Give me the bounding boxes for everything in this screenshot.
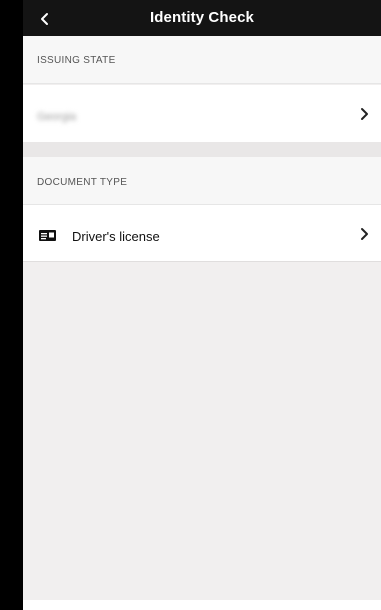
chevron-right-icon (361, 108, 368, 120)
bottom-area (23, 600, 381, 610)
issuing-state-header: ISSUING STATE (23, 36, 381, 84)
document-type-label: DOCUMENT TYPE (37, 177, 128, 188)
chevron-right-icon (361, 228, 368, 240)
screen: Identity Check ISSUING STATE Georgia DOC… (23, 0, 381, 610)
issuing-state-value: Georgia (37, 111, 77, 123)
nav-bar: Identity Check (23, 0, 381, 36)
issuing-state-label: ISSUING STATE (37, 55, 116, 66)
page-title: Identity Check (150, 9, 254, 26)
device-bezel (0, 0, 23, 610)
section-divider (23, 142, 381, 157)
document-type-row[interactable]: Driver's license (23, 205, 381, 262)
document-type-value: Driver's license (72, 229, 160, 244)
document-type-header: DOCUMENT TYPE (23, 157, 381, 205)
id-card-icon (39, 230, 56, 241)
issuing-state-row[interactable]: Georgia (23, 85, 381, 142)
